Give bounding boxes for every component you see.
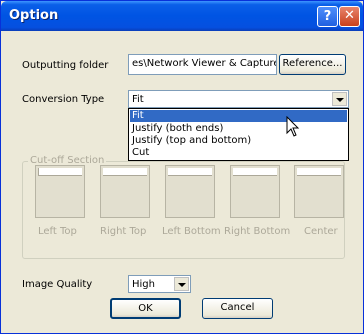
help-icon: ? — [323, 9, 332, 24]
cutoff-center-thumb[interactable] — [294, 165, 344, 218]
title-bar[interactable]: Option ? ✕ — [1, 1, 363, 31]
option-justify-both-ends[interactable]: Justify (both ends) — [130, 123, 347, 135]
output-folder-input[interactable]: es\Network Viewer & Capture — [128, 54, 277, 75]
conversion-type-select[interactable]: Fit — [128, 90, 349, 108]
conversion-type-value: Fit — [132, 94, 144, 105]
cutoff-right-top-thumb[interactable] — [100, 165, 150, 218]
conversion-type-label: Conversion Type — [22, 94, 105, 105]
ok-button-label: OK — [138, 303, 153, 314]
cutoff-right-bottom-label: Right Bottom — [224, 226, 291, 237]
chevron-down-icon[interactable] — [174, 277, 189, 291]
cutoff-left-top-thumb[interactable] — [35, 165, 85, 218]
image-quality-label: Image Quality — [22, 279, 93, 290]
image-quality-value: High — [132, 279, 155, 290]
reference-button[interactable]: Reference... — [279, 54, 346, 75]
cutoff-right-top-label: Right Top — [100, 226, 147, 237]
close-icon: ✕ — [344, 8, 355, 23]
cancel-button-label: Cancel — [220, 302, 255, 313]
cancel-button[interactable]: Cancel — [202, 298, 273, 319]
conversion-type-dropdown-list: Fit Justify (both ends) Justify (top and… — [128, 108, 349, 161]
output-folder-label: Outputting folder — [22, 60, 109, 71]
reference-button-label: Reference... — [282, 58, 343, 69]
cutoff-center-label: Center — [304, 226, 338, 237]
chevron-down-icon[interactable] — [332, 92, 347, 106]
option-justify-top-bottom[interactable]: Justify (top and bottom) — [130, 135, 347, 147]
help-button[interactable]: ? — [317, 6, 338, 27]
output-folder-value: es\Network Viewer & Capture — [132, 58, 276, 69]
cutoff-left-bottom-thumb[interactable] — [165, 165, 215, 218]
cutoff-right-bottom-thumb[interactable] — [230, 165, 280, 218]
image-quality-select[interactable]: High — [128, 275, 191, 293]
option-cut[interactable]: Cut — [130, 147, 347, 159]
option-dialog: Option ? ✕ Outputting folder es\Network … — [0, 0, 364, 334]
cutoff-left-bottom-label: Left Bottom — [162, 226, 221, 237]
cutoff-left-top-label: Left Top — [38, 226, 77, 237]
ok-button[interactable]: OK — [110, 298, 181, 319]
option-fit[interactable]: Fit — [130, 110, 347, 122]
close-button[interactable]: ✕ — [339, 6, 360, 27]
dialog-title: Option — [9, 8, 59, 23]
mouse-cursor-icon — [286, 116, 300, 137]
